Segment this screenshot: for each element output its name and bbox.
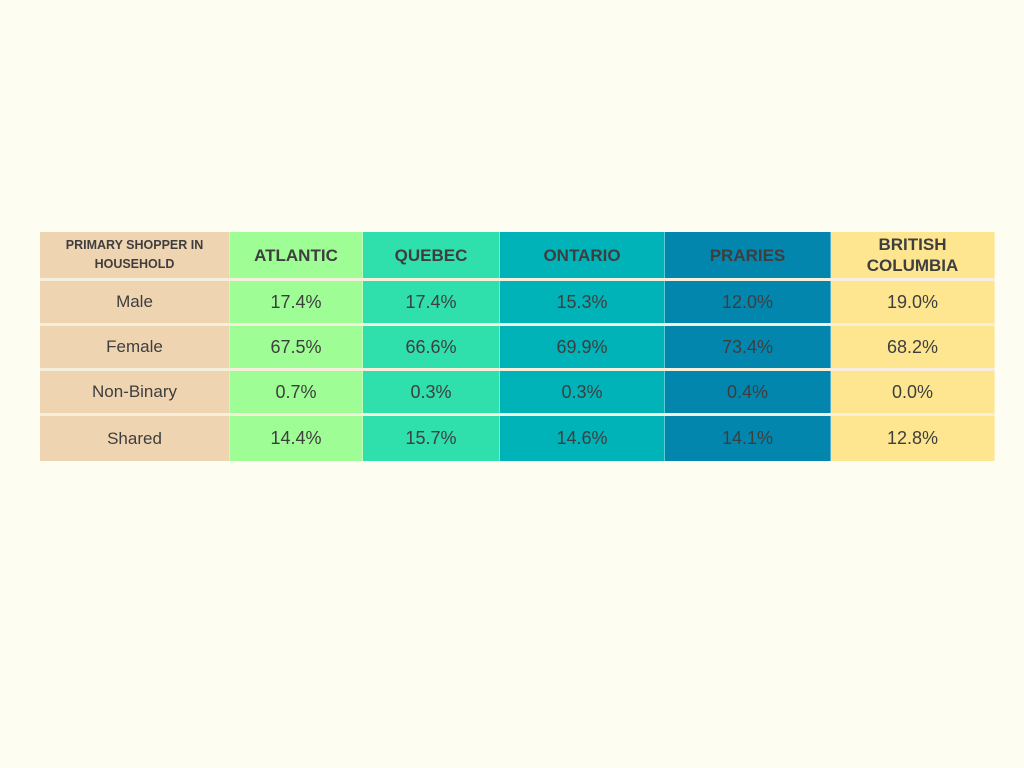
table-row-shared: Shared 14.4% 15.7% 14.6% 14.1% 12.8%	[40, 416, 995, 461]
cell-praries: 14.1%	[665, 416, 831, 461]
cell-ontario: 69.9%	[500, 326, 665, 368]
header-row: PRIMARY SHOPPER IN HOUSEHOLD ATLANTIC QU…	[40, 232, 995, 281]
header-primary-shopper: PRIMARY SHOPPER IN HOUSEHOLD	[40, 232, 230, 278]
cell-atlantic: 14.4%	[230, 416, 363, 461]
cell-atlantic: 67.5%	[230, 326, 363, 368]
cell-quebec: 15.7%	[363, 416, 500, 461]
shopper-table: PRIMARY SHOPPER IN HOUSEHOLD ATLANTIC QU…	[40, 232, 995, 461]
header-atlantic: ATLANTIC	[230, 232, 363, 278]
row-label: Shared	[40, 416, 230, 461]
cell-praries: 12.0%	[665, 281, 831, 323]
cell-british-columbia: 19.0%	[831, 281, 995, 323]
row-label: Male	[40, 281, 230, 323]
cell-quebec: 17.4%	[363, 281, 500, 323]
cell-british-columbia: 0.0%	[831, 371, 995, 413]
header-praries: PRARIES	[665, 232, 831, 278]
header-british-columbia: BRITISH COLUMBIA	[831, 232, 995, 278]
cell-quebec: 66.6%	[363, 326, 500, 368]
header-ontario: ONTARIO	[500, 232, 665, 278]
header-quebec: QUEBEC	[363, 232, 500, 278]
cell-quebec: 0.3%	[363, 371, 500, 413]
cell-british-columbia: 68.2%	[831, 326, 995, 368]
cell-praries: 73.4%	[665, 326, 831, 368]
row-label: Non-Binary	[40, 371, 230, 413]
cell-british-columbia: 12.8%	[831, 416, 995, 461]
table-row-male: Male 17.4% 17.4% 15.3% 12.0% 19.0%	[40, 281, 995, 326]
cell-ontario: 14.6%	[500, 416, 665, 461]
cell-atlantic: 17.4%	[230, 281, 363, 323]
cell-atlantic: 0.7%	[230, 371, 363, 413]
row-label: Female	[40, 326, 230, 368]
cell-praries: 0.4%	[665, 371, 831, 413]
cell-ontario: 15.3%	[500, 281, 665, 323]
table-row-non-binary: Non-Binary 0.7% 0.3% 0.3% 0.4% 0.0%	[40, 371, 995, 416]
table-row-female: Female 67.5% 66.6% 69.9% 73.4% 68.2%	[40, 326, 995, 371]
cell-ontario: 0.3%	[500, 371, 665, 413]
